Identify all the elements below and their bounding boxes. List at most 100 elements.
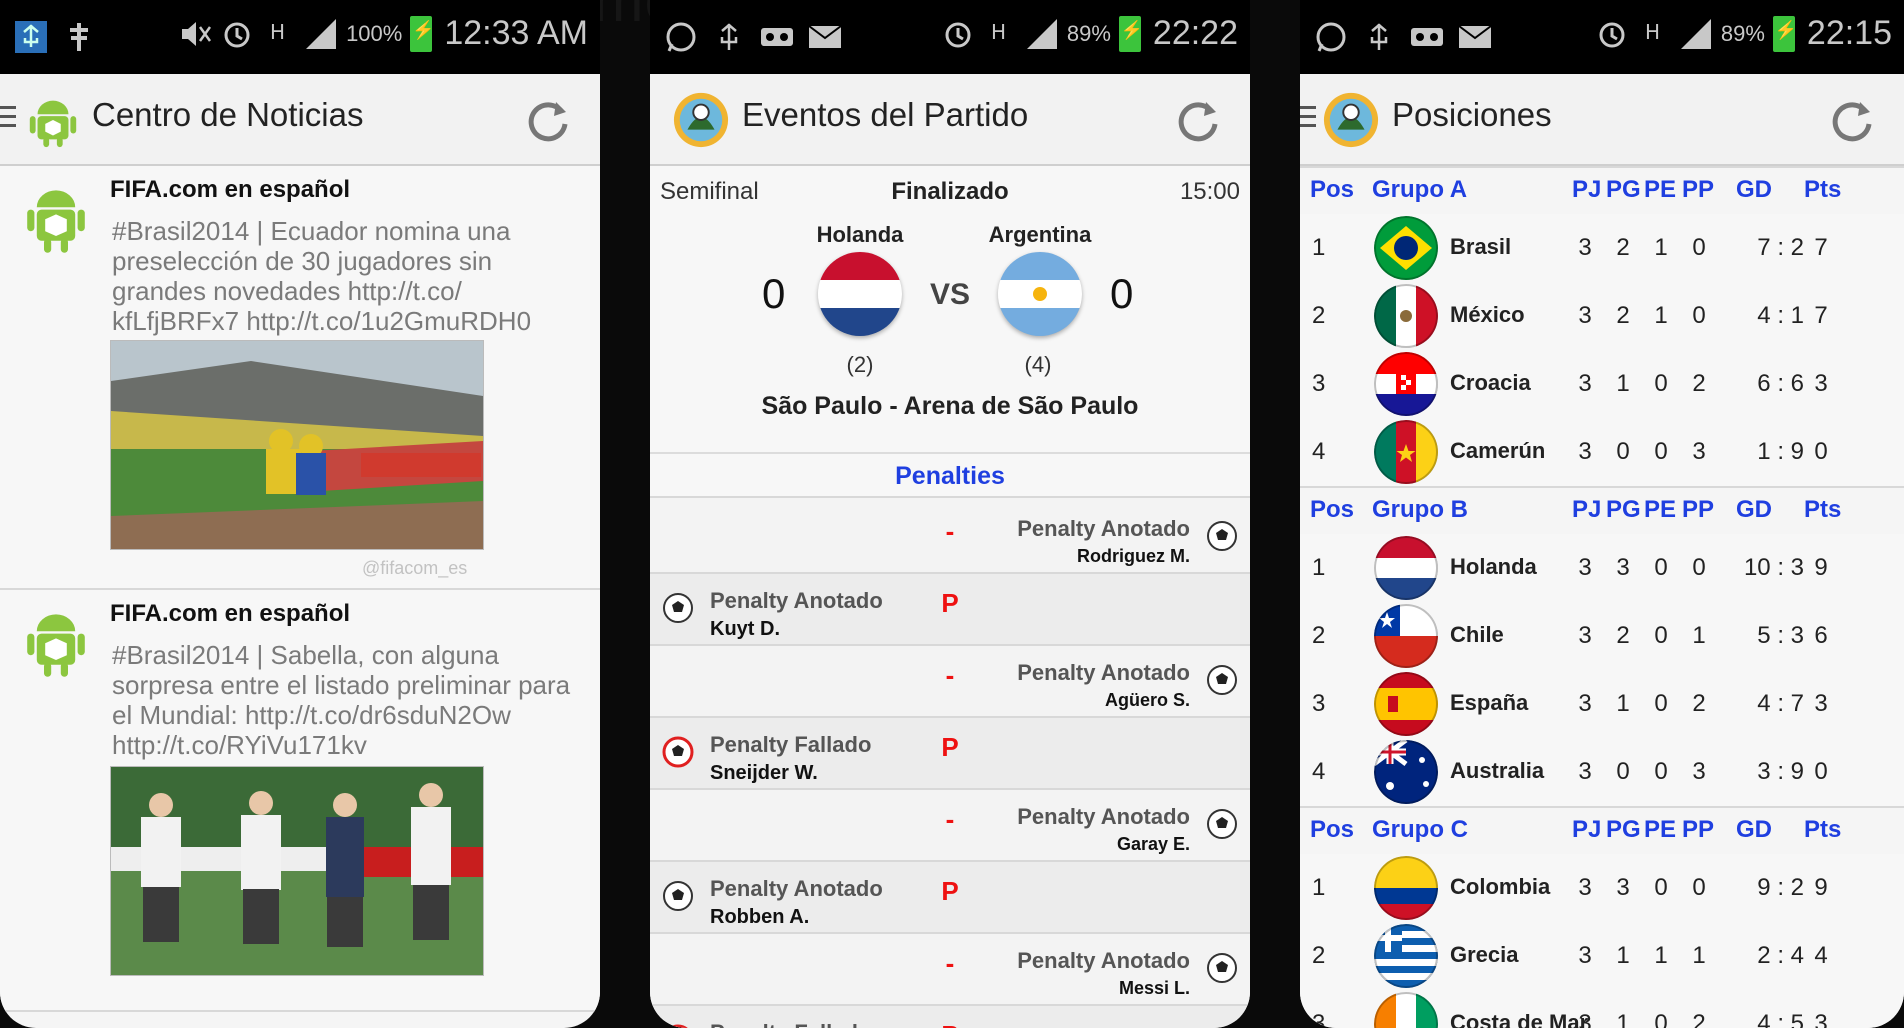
team-pts: 3	[1814, 690, 1828, 717]
event-title: Penalty Fallado	[710, 1020, 871, 1028]
espana-flag-icon	[1374, 672, 1438, 736]
app-logo-icon[interactable]	[672, 91, 730, 149]
col-pj: PJ	[1572, 816, 1602, 843]
battery-icon	[410, 15, 435, 52]
mexico-flag-icon	[1374, 284, 1438, 348]
refresh-icon[interactable]	[522, 94, 574, 146]
team-pos: 2	[1312, 622, 1326, 649]
team-pts: 3	[1814, 1010, 1828, 1028]
hspa-icon: H	[983, 17, 1017, 51]
brasil-flag-icon	[1374, 216, 1438, 280]
event-row[interactable]: - Penalty Anotado Agüero S.	[650, 646, 1250, 718]
venue: São Paulo - Arena de São Paulo	[761, 392, 1139, 420]
team-pts: 9	[1814, 874, 1828, 901]
team-pg: 2	[1616, 234, 1630, 261]
news-item[interactable]: FIFA.com en español #Brasil2014 | Ecuado…	[0, 166, 600, 590]
standings-row[interactable]: 1 Colombia 3 3 0 0 9 : 29	[1300, 854, 1904, 922]
team-pos: 3	[1312, 370, 1326, 397]
team-pj: 3	[1578, 874, 1592, 901]
svg-text:H: H	[991, 20, 1006, 44]
standings-row[interactable]: 1 Brasil 3 2 1 0 7 : 27	[1300, 214, 1904, 282]
team-pts: 0	[1814, 758, 1828, 785]
vs-label: VS	[930, 278, 971, 311]
team-pg: 1	[1616, 370, 1630, 397]
col-pp: PP	[1682, 496, 1715, 523]
battery-percent: 100%	[346, 20, 403, 46]
drawer-icon[interactable]	[0, 106, 16, 133]
event-row[interactable]: Penalty Anotado Kuyt D. P	[650, 574, 1250, 646]
news-image[interactable]	[110, 340, 484, 550]
signal-icon	[1679, 17, 1713, 51]
standings-row[interactable]: 3 Croacia 3 1 0 2 6 : 63	[1300, 350, 1904, 418]
action-bar: Centro de Noticias	[0, 74, 600, 166]
android-icon[interactable]	[24, 91, 82, 149]
team-pos: 1	[1312, 554, 1326, 581]
argentina-flag-icon[interactable]	[998, 252, 1082, 336]
team-pts: 0	[1814, 438, 1828, 465]
col-pe: PE	[1644, 816, 1677, 843]
voicemail-icon	[1410, 20, 1444, 54]
home-score: 0	[762, 270, 786, 317]
team-name: Grecia	[1450, 942, 1519, 967]
hspa-icon: H	[1637, 17, 1671, 51]
news-text[interactable]: #Brasil2014 | Sabella, con alguna sorpre…	[112, 640, 582, 760]
event-row[interactable]: - Penalty Anotado Messi L.	[650, 934, 1250, 1006]
event-row[interactable]: Penalty Fallado Sneijder W. P	[650, 718, 1250, 790]
clock: 22:22	[1152, 14, 1238, 52]
team-pg: 2	[1616, 622, 1630, 649]
team-gd: 5 : 3	[1757, 622, 1804, 649]
standings-row[interactable]: 4 Australia 3 0 0 3 3 : 90	[1300, 738, 1904, 806]
drawer-icon[interactable]	[1300, 106, 1316, 133]
team-pts: 6	[1814, 622, 1828, 649]
team-pg: 1	[1616, 690, 1630, 717]
event-row[interactable]: Penalty Anotado Robben A. P	[650, 862, 1250, 934]
team-pg: 2	[1616, 302, 1630, 329]
event-marker: P	[940, 1020, 960, 1028]
team-name: Australia	[1450, 758, 1545, 783]
group-name: Grupo A	[1372, 176, 1468, 203]
standings-row[interactable]: 2 Chile 3 2 0 1 5 : 36	[1300, 602, 1904, 670]
team-pg: 1	[1616, 1010, 1630, 1028]
team-pp: 2	[1692, 690, 1706, 717]
events-list: - Penalty Anotado Rodriguez M. Penalty Anot…	[650, 502, 1250, 1028]
action-bar: Eventos del Partido	[650, 74, 1250, 166]
news-text[interactable]: #Brasil2014 | Ecuador nomina una presele…	[112, 216, 582, 336]
team-pj: 3	[1578, 438, 1592, 465]
col-pp: PP	[1682, 176, 1715, 203]
standings-row[interactable]: 3 Costa de Mar 3 1 0 2 4 : 53	[1300, 990, 1904, 1028]
event-marker: P	[941, 876, 959, 906]
team-pp: 0	[1692, 302, 1706, 329]
team-pos: 2	[1312, 302, 1326, 329]
event-row[interactable]: - Penalty Anotado Garay E.	[650, 790, 1250, 862]
refresh-icon[interactable]	[1172, 94, 1224, 146]
event-marker: -	[945, 948, 955, 978]
group-header: Pos Grupo C PJ PG PE PP GD Pts	[1300, 806, 1904, 854]
team-pts: 9	[1814, 554, 1828, 581]
standings-row[interactable]: 2 México 3 2 1 0 4 : 17	[1300, 282, 1904, 350]
team-name: Costa de Mar	[1450, 1010, 1589, 1028]
event-row[interactable]: - Penalty Anotado Rodriguez M.	[650, 502, 1250, 574]
standings-row[interactable]: 2 Grecia 3 1 1 1 2 : 44	[1300, 922, 1904, 990]
clock: 12:33 AM	[444, 14, 588, 52]
app-logo-icon[interactable]	[1322, 91, 1380, 149]
netherlands-flag-icon[interactable]	[818, 252, 902, 336]
android-icon	[27, 614, 85, 677]
refresh-icon[interactable]	[1826, 94, 1878, 146]
team-pp: 1	[1692, 942, 1706, 969]
camerun-flag-icon	[1374, 420, 1438, 484]
group-header: Pos Grupo A PJ PG PE PP GD Pts	[1300, 166, 1904, 214]
team-gd: 4 : 5	[1757, 1010, 1804, 1028]
standings-row[interactable]: 1 Holanda 3 3 0 0 10 : 39	[1300, 534, 1904, 602]
news-item[interactable]: FIFA.com en español #Brasil2014 | Sabell…	[0, 590, 600, 1012]
standings-row[interactable]: 4 Camerún 3 0 0 3 1 : 90	[1300, 418, 1904, 486]
team-name: Colombia	[1450, 874, 1551, 899]
standings-row[interactable]: 3 España 3 1 0 2 4 : 73	[1300, 670, 1904, 738]
team-pe: 0	[1654, 438, 1668, 465]
news-image[interactable]	[110, 766, 484, 976]
col-pe: PE	[1644, 496, 1677, 523]
team-gd: 9 : 2	[1757, 874, 1804, 901]
col-gd: GD	[1736, 176, 1772, 203]
match-time: 15:00	[1179, 178, 1240, 205]
soccer-ball-icon	[1206, 808, 1238, 840]
event-row[interactable]: Penalty FalladoVlaar R.P	[650, 1006, 1250, 1028]
